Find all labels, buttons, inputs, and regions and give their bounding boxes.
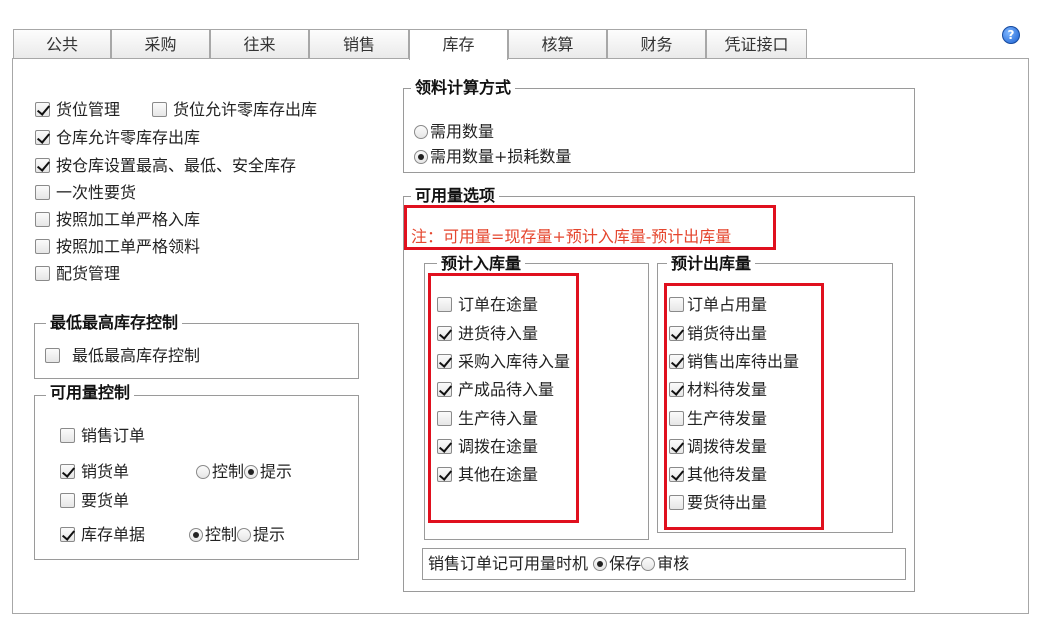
option-location-zero-stock-out[interactable]: 货位允许零库存出库 [152,99,317,121]
option-one-time-requisition[interactable]: 一次性要货 [35,182,136,204]
avail-control-delivery[interactable]: 销货单 [60,461,129,483]
avail-control-sales-order[interactable]: 销售订单 [60,425,145,447]
avail-control-requisition[interactable]: 要货单 [60,490,129,512]
option-strict-picking-by-work-order[interactable]: 按照加工单严格领料 [35,236,200,258]
radio-label: 审核 [657,554,690,573]
delivery-mode-radios: 控制 提示 [196,461,292,483]
option-label: 库存单据 [81,525,146,544]
avail-options-title: 可用量选项 [411,186,500,206]
radio-label: 保存 [609,554,642,573]
option-distribution-management[interactable]: 配货管理 [35,263,120,285]
radio-hint[interactable] [237,528,252,542]
help-question-icon[interactable]: ? [1002,26,1020,44]
checkbox-checked[interactable] [60,464,75,479]
option-strict-inbound-by-work-order[interactable]: 按照加工单严格入库 [35,209,200,231]
radio-control-selected[interactable] [189,528,203,542]
option-label: 货位允许零库存出库 [173,100,318,119]
radio-label: 需用数量 [430,122,495,141]
timing-label: 销售订单记可用量时机 [428,554,589,573]
radio-label: 提示 [260,462,293,481]
radio-label: 控制 [212,462,245,481]
radio-label: 提示 [253,525,286,544]
tab-voucher-interface[interactable]: 凭证接口 [706,29,807,59]
option-label: 按仓库设置最高、最低、安全库存 [56,156,297,175]
checkbox-unchecked[interactable] [35,266,50,281]
radio-selected[interactable] [414,150,428,164]
avail-control-stock-doc[interactable]: 库存单据 [60,524,145,546]
checkbox-unchecked[interactable] [35,239,50,254]
radio-unselected[interactable] [414,125,428,139]
option-label: 销售订单 [81,426,146,445]
checkbox-checked[interactable] [35,102,50,117]
incoming-group-title: 预计入库量 [437,254,526,274]
tab-common[interactable]: 公共 [13,29,111,59]
radio-audit[interactable] [641,557,656,571]
tab-sales[interactable]: 销售 [309,29,409,59]
checkbox-unchecked[interactable] [35,185,50,200]
checkbox-unchecked[interactable] [60,428,75,443]
option-location-management[interactable]: 货位管理 [35,99,120,121]
picking-option-required-plus-loss[interactable]: 需用数量+损耗数量 [414,146,571,168]
picking-option-required-qty[interactable]: 需用数量 [414,121,494,143]
radio-control[interactable] [196,465,210,479]
tab-purchase[interactable]: 采购 [111,29,210,59]
checkbox-checked[interactable] [60,527,75,542]
radio-label: 控制 [205,525,238,544]
option-warehouse-stock-limits[interactable]: 按仓库设置最高、最低、安全库存 [35,155,296,177]
option-label: 最低最高库存控制 [72,346,201,365]
avail-control-group-title: 可用量控制 [46,383,135,403]
option-label: 要货单 [81,491,130,510]
option-label: 按照加工单严格入库 [56,210,201,229]
note-highlight-box [404,205,776,250]
outgoing-highlight-box [664,283,824,530]
tab-finance[interactable]: 财务 [607,29,706,59]
tab-inventory[interactable]: 库存 [409,29,508,60]
radio-save-selected[interactable] [593,557,608,571]
tab-accounting[interactable]: 核算 [508,29,607,59]
sales-order-timing-row: 销售订单记可用量时机 保存 审核 [428,553,689,575]
tab-contacts[interactable]: 往来 [210,29,309,59]
checkbox-checked[interactable] [35,158,50,173]
option-label: 一次性要货 [56,183,137,202]
option-warehouse-zero-stock-out[interactable]: 仓库允许零库存出库 [35,127,200,149]
checkbox-unchecked[interactable] [35,212,50,227]
radio-hint-selected[interactable] [244,465,259,479]
incoming-highlight-box [428,273,579,523]
radio-label: 需用数量+损耗数量 [430,147,572,166]
checkbox-unchecked[interactable] [45,348,60,363]
option-label: 仓库允许零库存出库 [56,128,201,147]
option-label: 按照加工单严格领料 [56,237,201,256]
option-label: 货位管理 [56,100,121,119]
minmax-control-option[interactable]: 最低最高库存控制 [45,345,200,367]
option-label: 销货单 [81,462,130,481]
minmax-group-title: 最低最高库存控制 [46,313,183,333]
checkbox-checked[interactable] [35,130,50,145]
stock-doc-mode-radios: 控制 提示 [189,524,285,546]
outgoing-group-title: 预计出库量 [667,254,756,274]
picking-method-title: 领料计算方式 [411,78,516,98]
checkbox-unchecked[interactable] [152,102,167,117]
option-label: 配货管理 [56,264,121,283]
checkbox-unchecked[interactable] [60,493,75,508]
